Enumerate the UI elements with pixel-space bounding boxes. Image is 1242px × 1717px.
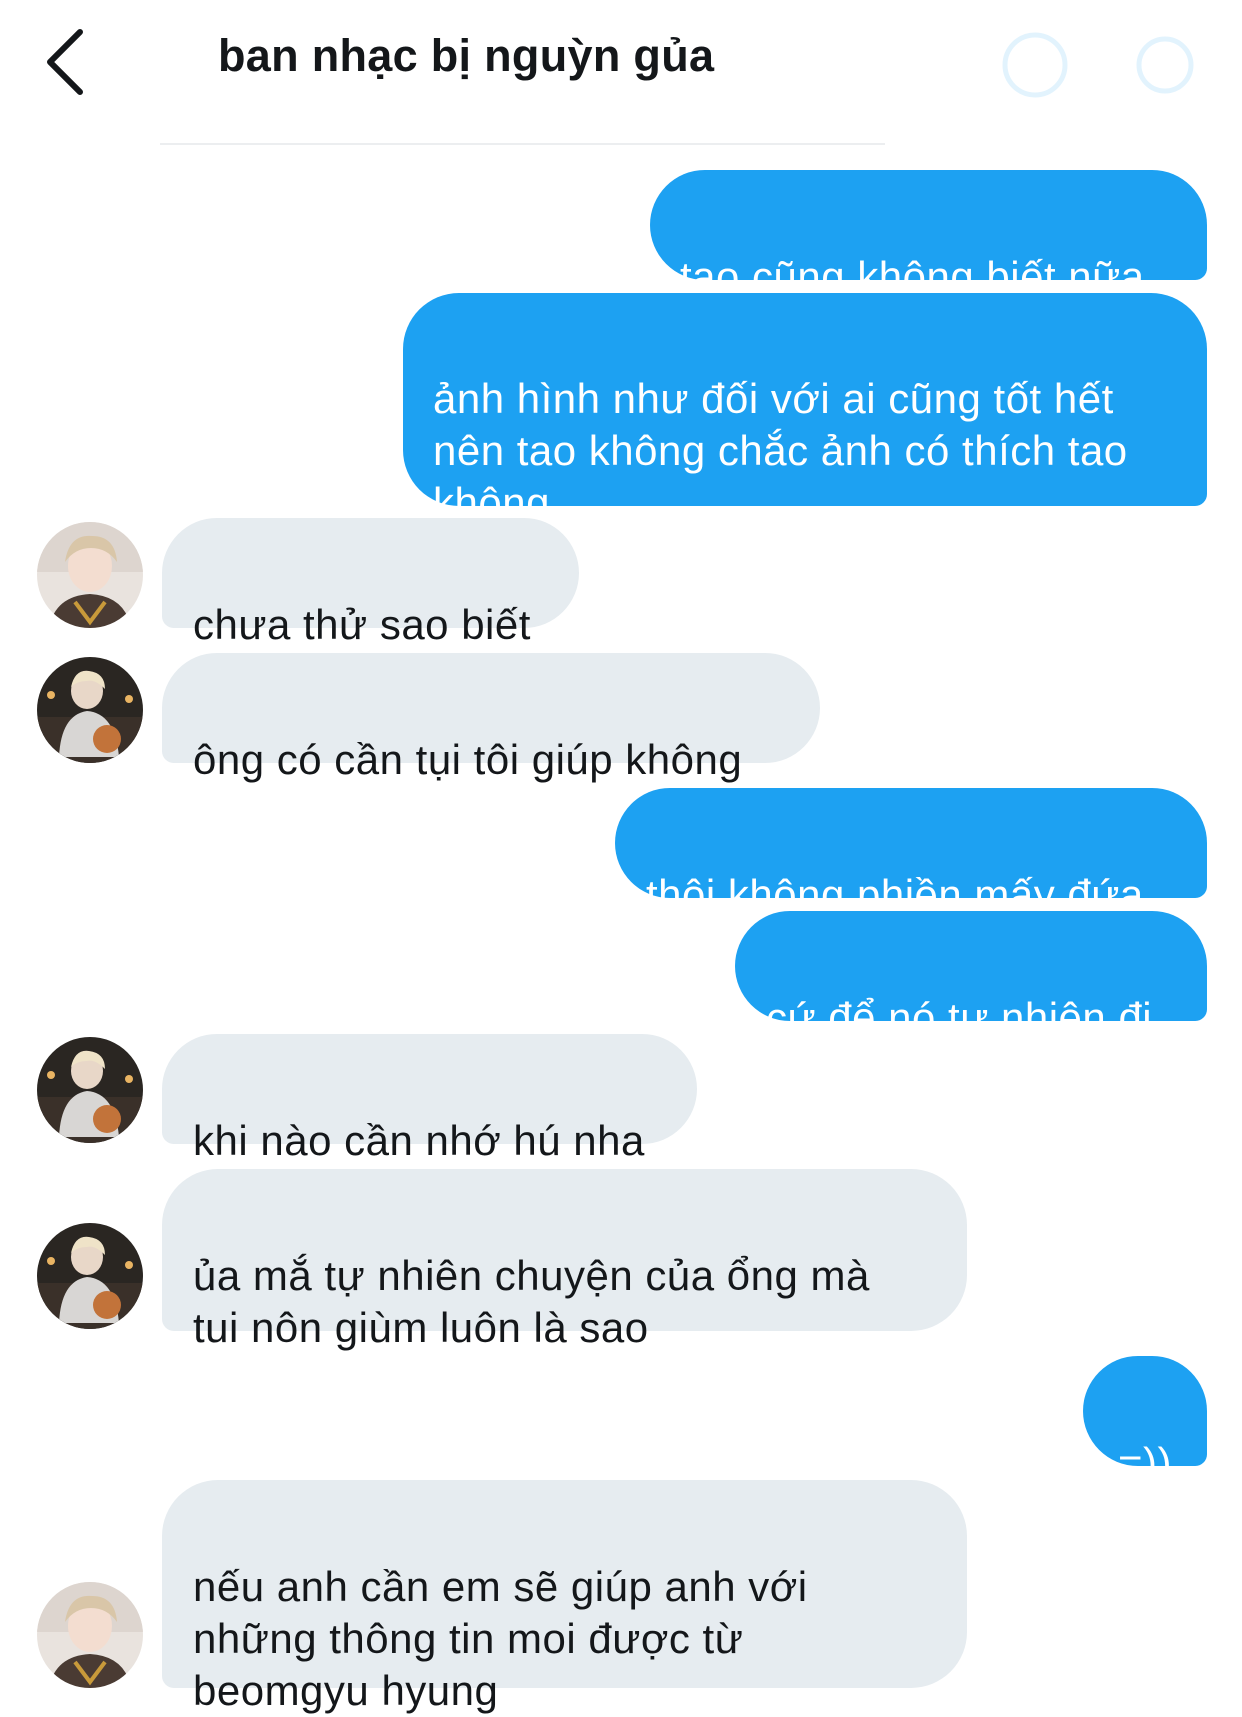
message-bubble-outgoing[interactable]: thôi không phiền mấy đứa (615, 788, 1207, 918)
message-text: cứ để nó tự nhiên đi (766, 994, 1153, 1041)
avatar[interactable] (37, 657, 143, 763)
avatar[interactable] (37, 1223, 143, 1329)
message-bubble-incoming[interactable]: ông có cần tụi tôi giúp không (162, 653, 820, 783)
message-bubble-outgoing[interactable]: tao cũng không biết nữa (650, 170, 1207, 300)
message-bubble-outgoing[interactable]: cứ để nó tự nhiên đi (735, 911, 1207, 1041)
conversation-title[interactable]: ban nhạc bị nguỳn gủa (218, 30, 714, 82)
avatar[interactable] (37, 1582, 143, 1688)
back-button[interactable] (38, 24, 98, 100)
message-bubble-incoming[interactable]: nếu anh cần em sẽ giúp anh với những thô… (162, 1480, 967, 1714)
avatar[interactable] (37, 522, 143, 628)
message-text: nếu anh cần em sẽ giúp anh với những thô… (193, 1563, 808, 1714)
message-bubble-outgoing[interactable]: =)) (1083, 1356, 1207, 1486)
avatar[interactable] (37, 1037, 143, 1143)
message-text: khi nào cần nhớ hú nha (193, 1117, 645, 1164)
message-text: ủa mắ tự nhiên chuyện của ổng mà tui nôn… (193, 1252, 870, 1351)
message-text: ảnh hình như đối với ai cũng tốt hết nên… (433, 375, 1128, 526)
info-icon[interactable] (1000, 30, 1070, 100)
header-divider (160, 143, 885, 145)
chevron-left-icon (47, 29, 83, 95)
message-bubble-incoming[interactable]: ủa mắ tự nhiên chuyện của ổng mà tui nôn… (162, 1169, 967, 1351)
message-text: chưa thử sao biết (193, 601, 531, 648)
message-bubble-outgoing[interactable]: ảnh hình như đối với ai cũng tốt hết nên… (403, 293, 1207, 526)
message-bubble-incoming[interactable]: khi nào cần nhớ hú nha (162, 1034, 697, 1164)
message-bubble-incoming[interactable]: chưa thử sao biết (162, 518, 579, 648)
message-text: =)) (1118, 1439, 1172, 1486)
message-text: ông có cần tụi tôi giúp không (193, 736, 743, 783)
settings-icon[interactable] (1130, 30, 1200, 100)
chat-header: ban nhạc bị nguỳn gủa (0, 0, 1242, 130)
